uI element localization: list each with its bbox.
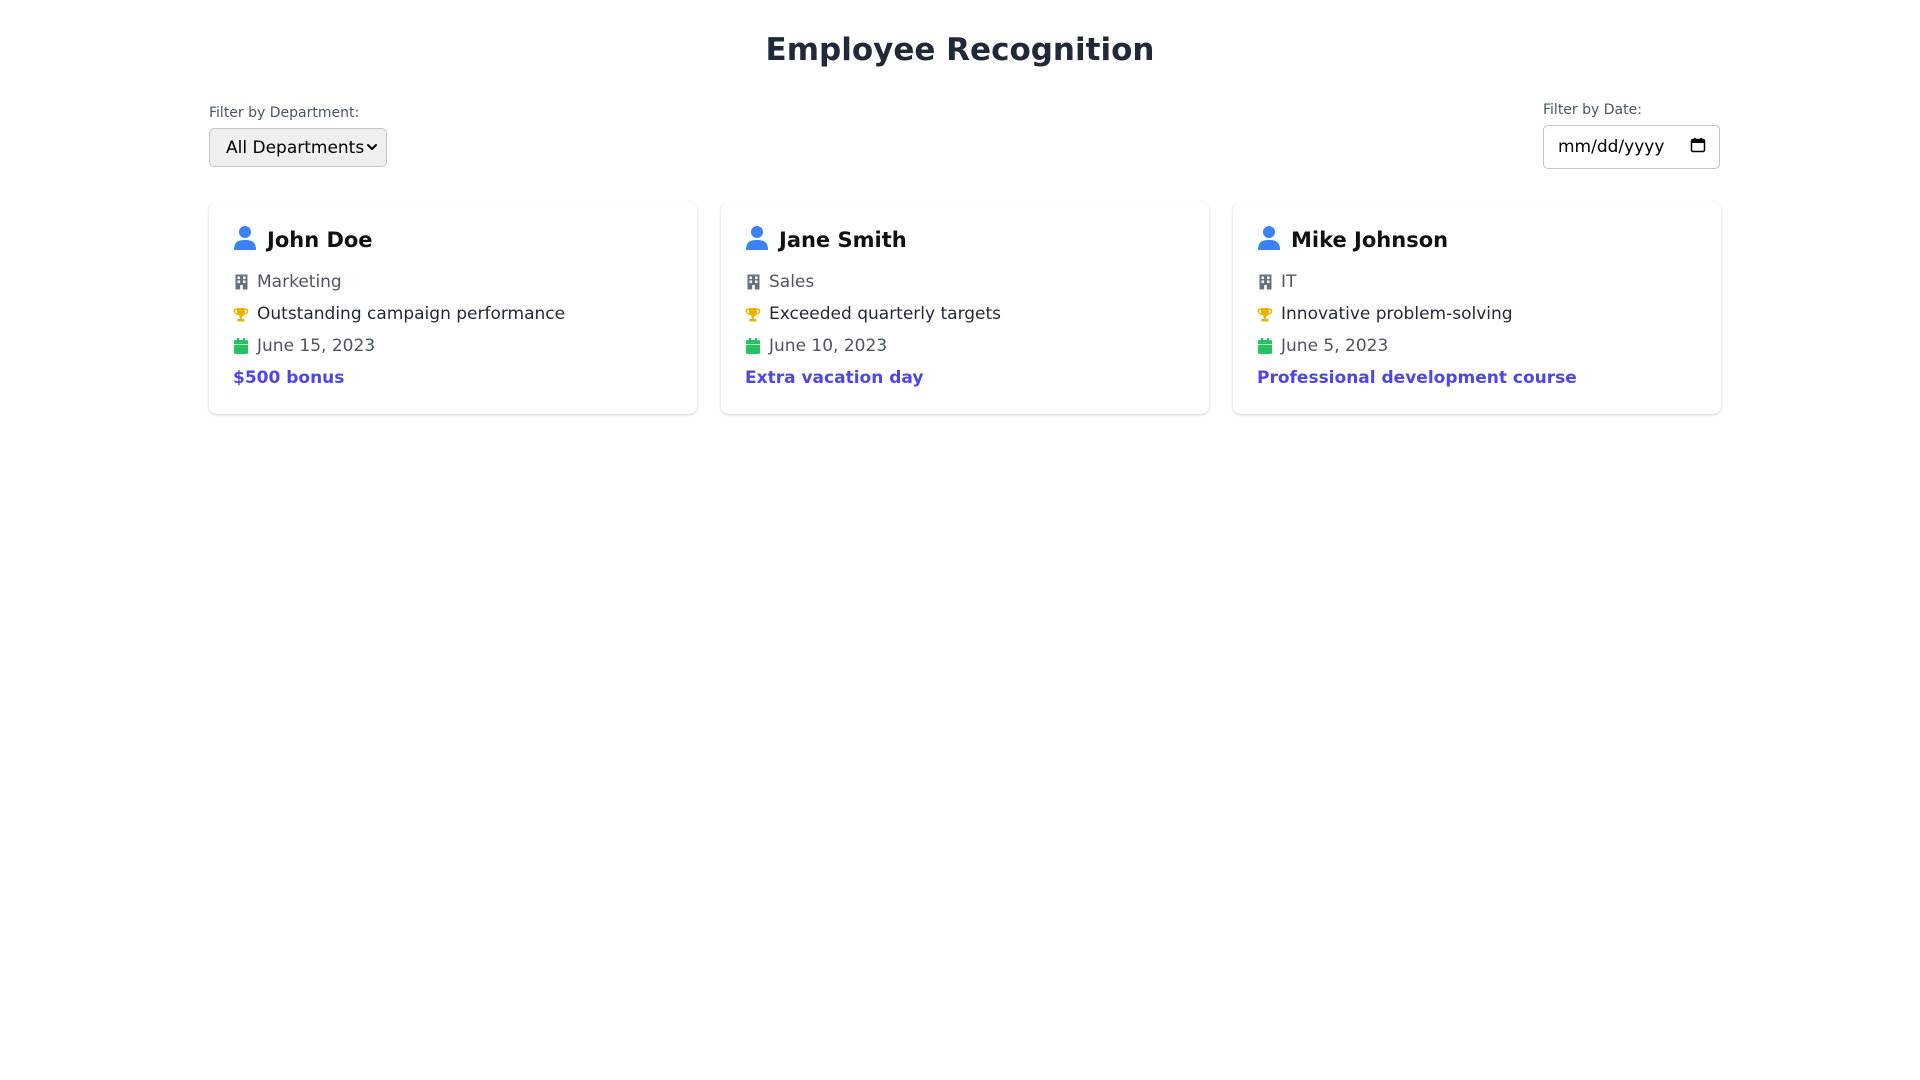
date-row: June 10, 2023 bbox=[745, 330, 1185, 362]
page-title: Employee Recognition bbox=[765, 32, 1155, 68]
reward: Professional development course bbox=[1257, 368, 1577, 388]
recognition-reason: Outstanding campaign performance bbox=[257, 304, 566, 324]
reward: $500 bonus bbox=[233, 368, 345, 388]
user-icon bbox=[1257, 225, 1281, 255]
employee-department: Sales bbox=[769, 272, 815, 292]
reason-row: Exceeded quarterly targets bbox=[745, 298, 1185, 330]
reason-row: Outstanding campaign performance bbox=[233, 298, 673, 330]
trophy-icon bbox=[745, 307, 761, 322]
employee-name: John Doe bbox=[267, 228, 373, 252]
page: Employee Recognition Filter by Departmen… bbox=[0, 0, 1920, 1080]
department-row: IT bbox=[1257, 266, 1697, 298]
employee-name: Jane Smith bbox=[779, 228, 907, 252]
employee-name: Mike Johnson bbox=[1291, 228, 1449, 252]
department-select[interactable]: All Departments bbox=[209, 128, 387, 167]
employee-department: Marketing bbox=[257, 272, 342, 292]
department-select-value: All Departments bbox=[226, 137, 365, 158]
card-header: John Doe bbox=[233, 224, 673, 256]
building-icon bbox=[1257, 274, 1273, 290]
date-filter: Filter by Date: mm/dd/yyyy bbox=[1543, 101, 1720, 169]
user-icon bbox=[745, 225, 769, 255]
date-row: June 15, 2023 bbox=[233, 330, 673, 362]
date-row: June 5, 2023 bbox=[1257, 330, 1697, 362]
trophy-icon bbox=[233, 307, 249, 322]
building-icon bbox=[745, 274, 761, 290]
reward: Extra vacation day bbox=[745, 368, 924, 388]
department-filter-label: Filter by Department: bbox=[209, 105, 360, 121]
recognition-card: John Doe Marketing Outstanding campaign … bbox=[209, 202, 697, 414]
calendar-picker-icon[interactable] bbox=[1690, 137, 1706, 158]
trophy-icon bbox=[1257, 307, 1273, 322]
department-filter: Filter by Department: All Departments bbox=[209, 104, 387, 167]
recognition-card: Jane Smith Sales Exceeded quarterly targ… bbox=[721, 202, 1209, 414]
reason-row: Innovative problem-solving bbox=[1257, 298, 1697, 330]
recognition-date: June 10, 2023 bbox=[769, 336, 888, 356]
recognition-date: June 15, 2023 bbox=[257, 336, 376, 356]
date-filter-label: Filter by Date: bbox=[1543, 102, 1642, 118]
card-header: Mike Johnson bbox=[1257, 224, 1697, 256]
date-input[interactable]: mm/dd/yyyy bbox=[1543, 125, 1720, 169]
department-row: Sales bbox=[745, 266, 1185, 298]
calendar-icon bbox=[745, 338, 761, 354]
recognition-card: Mike Johnson IT Innovative problem-solvi… bbox=[1233, 202, 1721, 414]
department-row: Marketing bbox=[233, 266, 673, 298]
calendar-icon bbox=[1257, 338, 1273, 354]
building-icon bbox=[233, 274, 249, 290]
employee-department: IT bbox=[1281, 272, 1297, 292]
chevron-down-icon bbox=[366, 138, 378, 158]
date-input-placeholder: mm/dd/yyyy bbox=[1558, 137, 1665, 157]
user-icon bbox=[233, 225, 257, 255]
recognition-reason: Innovative problem-solving bbox=[1281, 304, 1513, 324]
card-header: Jane Smith bbox=[745, 224, 1185, 256]
recognition-card-list: John Doe Marketing Outstanding campaign … bbox=[209, 202, 1721, 414]
recognition-date: June 5, 2023 bbox=[1281, 336, 1389, 356]
calendar-icon bbox=[233, 338, 249, 354]
recognition-reason: Exceeded quarterly targets bbox=[769, 304, 1002, 324]
